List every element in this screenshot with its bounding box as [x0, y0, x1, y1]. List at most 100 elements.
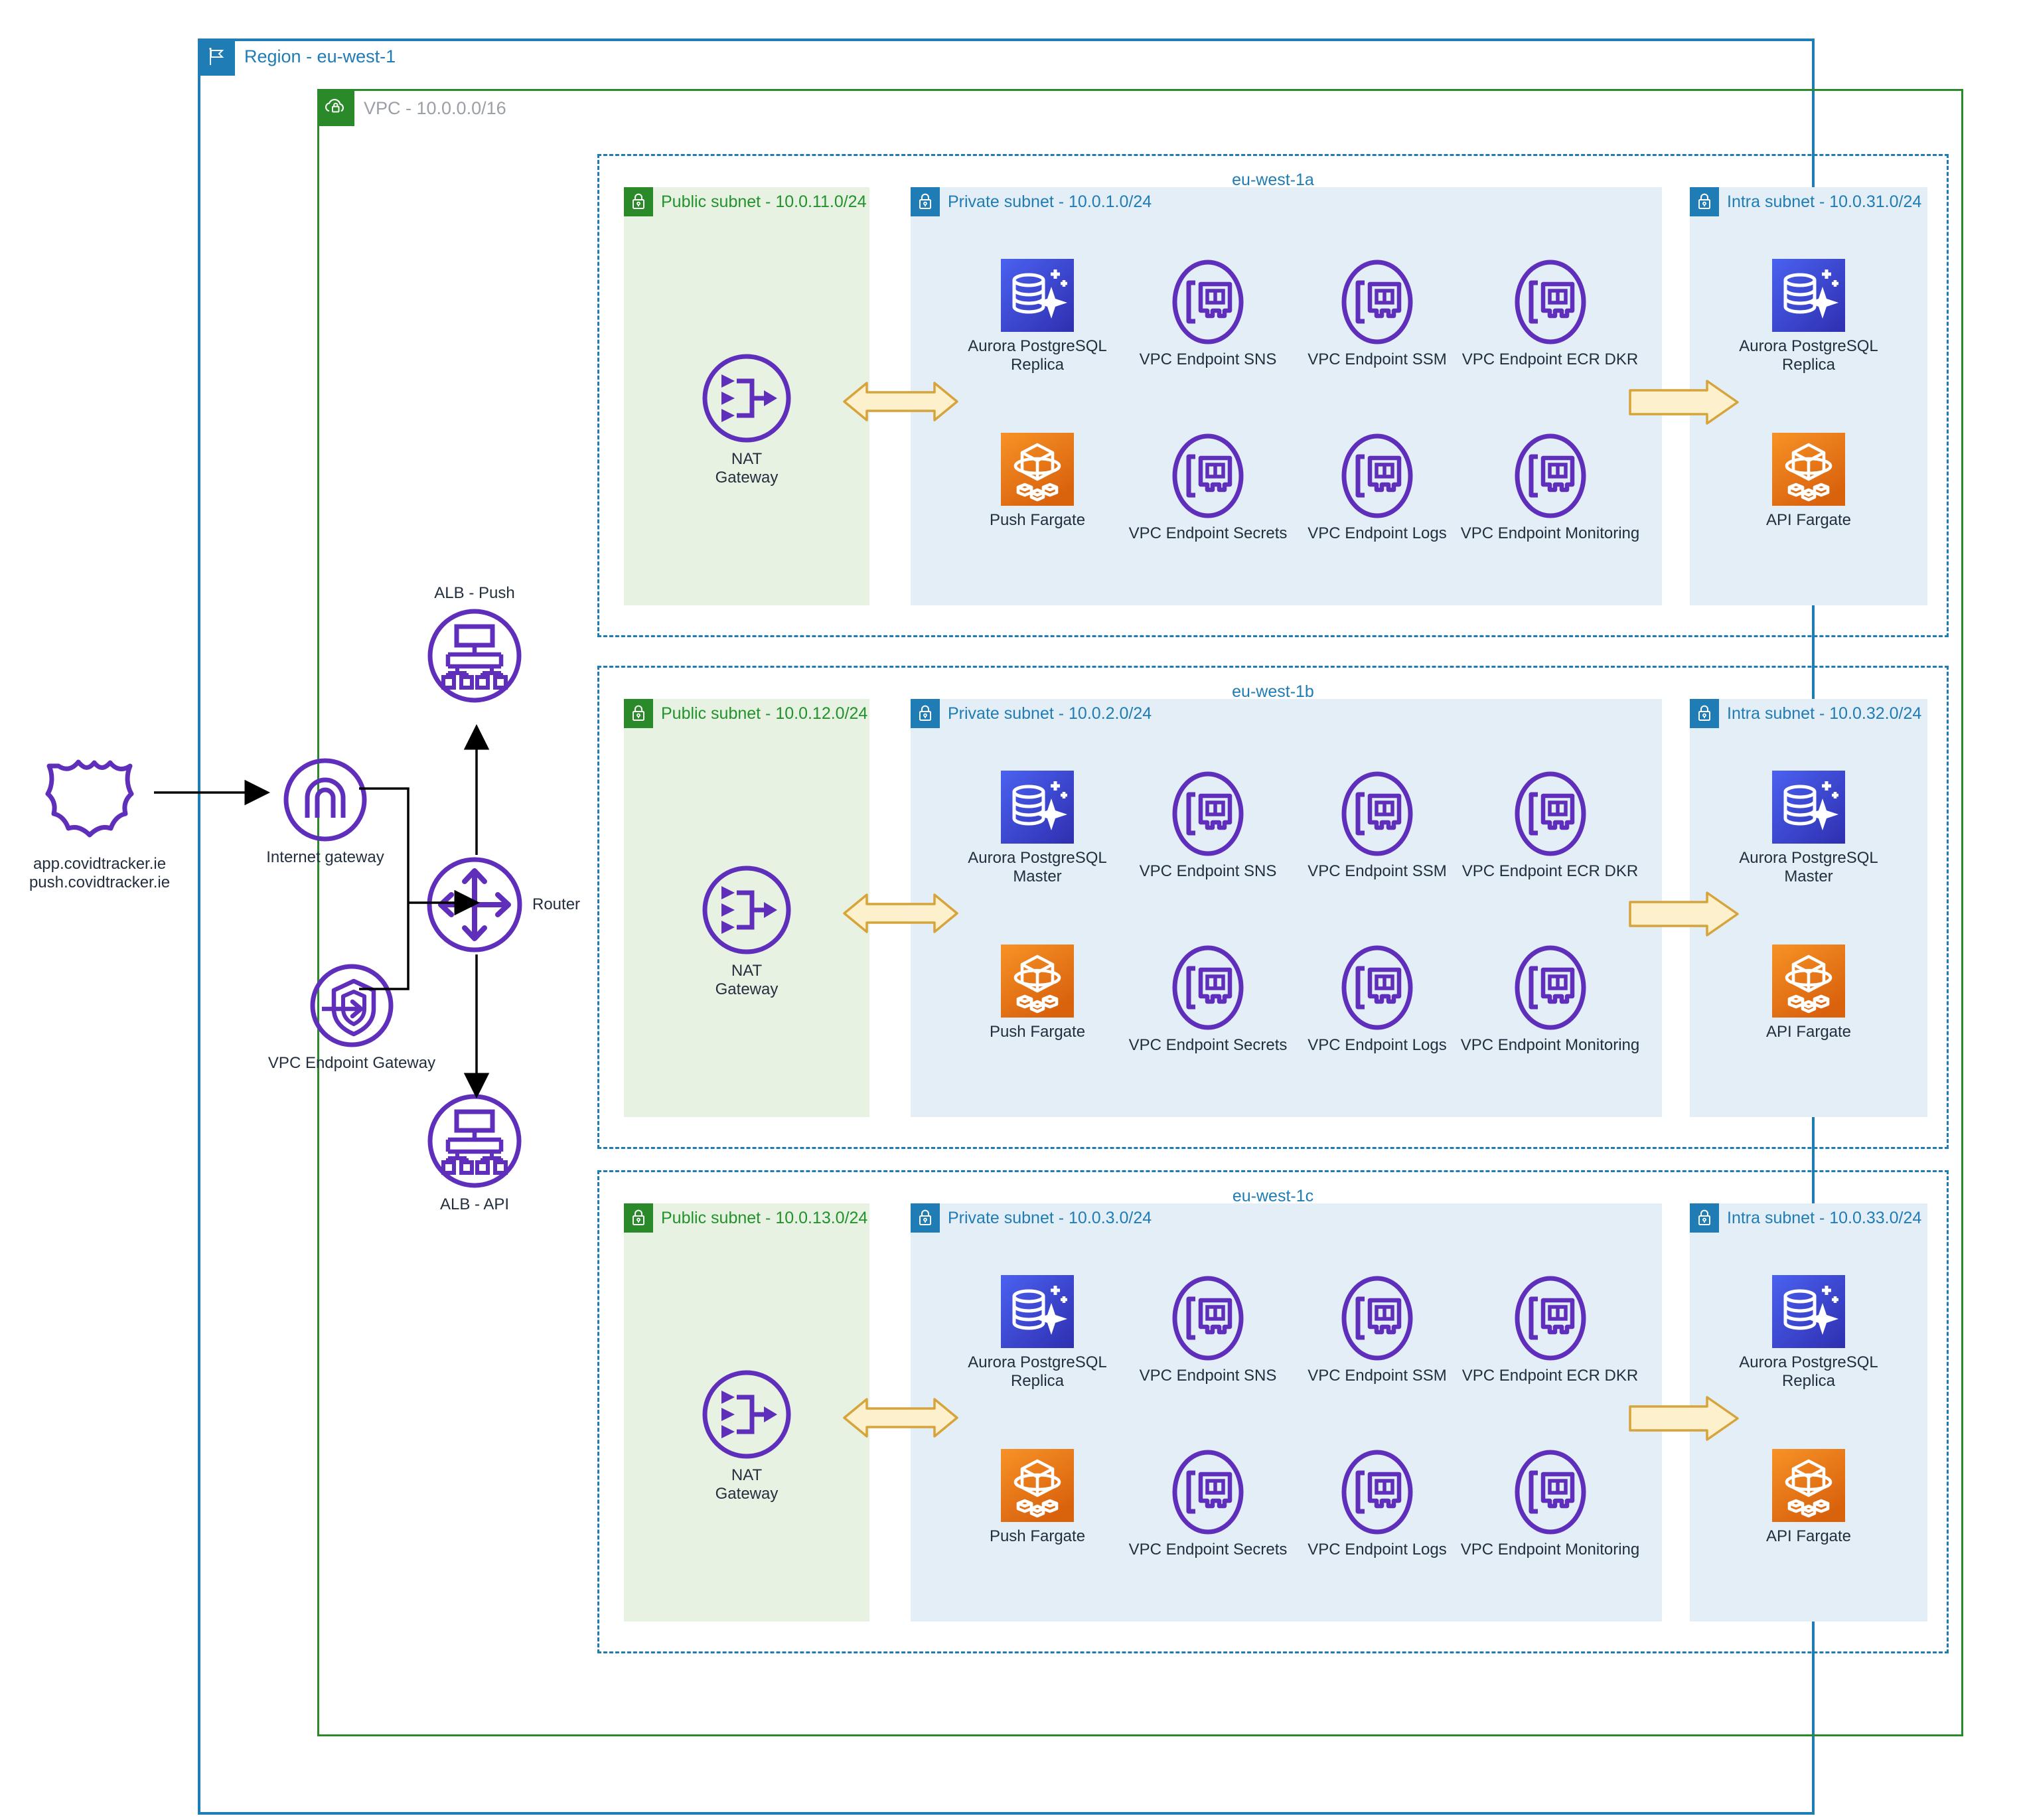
- alb-push-node[interactable]: ALB - Push: [425, 584, 524, 705]
- intra-subnet-label: Intra subnet - 10.0.33.0/24: [1727, 1209, 1922, 1227]
- aurora-postgresql-icon: [1772, 771, 1845, 844]
- vpc-endpoint-node[interactable]: VPC Endpoint Monitoring: [1459, 1449, 1641, 1559]
- aurora-db-label: Aurora PostgreSQL Master: [968, 849, 1107, 886]
- intra-subnet-label: Intra subnet - 10.0.32.0/24: [1727, 704, 1922, 723]
- intra-fargate-node[interactable]: API Fargate: [1729, 945, 1888, 1041]
- nat-gateway-node[interactable]: NAT Gateway: [700, 352, 793, 488]
- fargate-node[interactable]: Push Fargate: [961, 433, 1114, 530]
- private-subnet-label: Private subnet - 10.0.2.0/24: [948, 704, 1152, 723]
- intra-aurora-db-label: Aurora PostgreSQL Replica: [1739, 337, 1878, 374]
- public-domains-label: app.covidtracker.ie push.covidtracker.ie: [29, 855, 171, 892]
- internet-gateway-icon: [283, 758, 367, 842]
- aurora-db-node[interactable]: Aurora PostgreSQL Replica: [961, 259, 1114, 375]
- vpc-endpoint-node[interactable]: VPC Endpoint ECR DKR: [1459, 771, 1641, 881]
- nat-gateway-node[interactable]: NAT Gateway: [700, 1368, 793, 1504]
- router-node[interactable]: Router: [425, 855, 580, 954]
- vpc-endpoint-node[interactable]: VPC Endpoint SSM: [1298, 771, 1457, 881]
- vpc-endpoint-label: VPC Endpoint SSM: [1308, 1367, 1447, 1385]
- aurora-postgresql-icon: [1772, 259, 1845, 332]
- intra-aurora-db-node[interactable]: Aurora PostgreSQL Replica: [1729, 259, 1888, 375]
- intra-aurora-db-node[interactable]: Aurora PostgreSQL Replica: [1729, 1275, 1888, 1391]
- vpc-endpoint-label: VPC Endpoint Logs: [1308, 524, 1447, 542]
- network-interface-icon: [1341, 1276, 1413, 1361]
- nat-gateway-label: NAT Gateway: [715, 450, 779, 487]
- lock-icon: [1690, 1203, 1719, 1233]
- fargate-icon: [1772, 433, 1845, 506]
- intra-fargate-label: API Fargate: [1765, 1023, 1852, 1041]
- intra-aurora-db-node[interactable]: Aurora PostgreSQL Master: [1729, 771, 1888, 887]
- aurora-postgresql-icon: [1001, 1275, 1074, 1348]
- intra-fargate-node[interactable]: API Fargate: [1729, 433, 1888, 530]
- alb-push-label: ALB - Push: [434, 584, 515, 602]
- vpc-endpoint-gateway-node[interactable]: VPC Endpoint Gateway: [265, 962, 438, 1073]
- internet-gateway-node[interactable]: Internet gateway: [265, 757, 385, 867]
- router-label: Router: [532, 895, 581, 913]
- aurora-db-node[interactable]: Aurora PostgreSQL Master: [961, 771, 1114, 887]
- network-interface-icon: [1172, 945, 1244, 1030]
- vpc-label: VPC - 10.0.0.0/16: [364, 98, 506, 118]
- vpc-endpoint-node[interactable]: VPC Endpoint Monitoring: [1459, 433, 1641, 543]
- fargate-label: Push Fargate: [989, 511, 1086, 529]
- nat-gateway-icon: [702, 354, 791, 443]
- lock-icon: [911, 187, 940, 216]
- vpc-endpoint-node[interactable]: VPC Endpoint Logs: [1298, 433, 1457, 543]
- internet-gateway-label: Internet gateway: [266, 848, 384, 866]
- vpc-endpoint-label: VPC Endpoint SSM: [1308, 350, 1447, 368]
- vpc-endpoint-node[interactable]: VPC Endpoint SSM: [1298, 1275, 1457, 1385]
- lock-icon: [911, 1203, 940, 1233]
- public-subnet-label: Public subnet - 10.0.11.0/24: [661, 192, 867, 211]
- network-interface-icon: [1172, 1276, 1244, 1361]
- lock-icon: [624, 187, 653, 216]
- vpc-endpoint-label: VPC Endpoint ECR DKR: [1461, 862, 1639, 880]
- aurora-postgresql-icon: [1001, 259, 1074, 332]
- vpc-endpoint-node[interactable]: VPC Endpoint Logs: [1298, 945, 1457, 1055]
- intra-fargate-label: API Fargate: [1765, 511, 1852, 529]
- vpc-endpoint-node[interactable]: VPC Endpoint SNS: [1128, 259, 1288, 369]
- intra-subnet-2: Intra subnet - 10.0.33.0/24: [1690, 1203, 1927, 1622]
- intra-aurora-db-label: Aurora PostgreSQL Master: [1739, 849, 1878, 886]
- alb-api-node[interactable]: ALB - API: [425, 1092, 524, 1214]
- aurora-db-node[interactable]: Aurora PostgreSQL Replica: [961, 1275, 1114, 1391]
- nat-gateway-label: NAT Gateway: [715, 962, 779, 999]
- private-subnet-label: Private subnet - 10.0.3.0/24: [948, 1209, 1152, 1227]
- vpc-endpoint-node[interactable]: VPC Endpoint ECR DKR: [1459, 1275, 1641, 1385]
- vpc-endpoint-node[interactable]: VPC Endpoint ECR DKR: [1459, 259, 1641, 369]
- network-interface-icon: [1515, 945, 1586, 1030]
- aws-architecture-diagram: Region - eu-west-1 VPC - 10.0.0.0/16 app…: [0, 0, 2019, 1820]
- network-interface-icon: [1172, 260, 1244, 344]
- network-interface-icon: [1515, 1450, 1586, 1535]
- lock-icon: [624, 1203, 653, 1233]
- fargate-node[interactable]: Push Fargate: [961, 945, 1114, 1041]
- application-load-balancer-icon: [427, 609, 522, 703]
- vpc-endpoint-node[interactable]: VPC Endpoint SNS: [1128, 1275, 1288, 1385]
- vpc-endpoint-label: VPC Endpoint SNS: [1139, 862, 1277, 880]
- vpc-endpoint-node[interactable]: VPC Endpoint Secrets: [1128, 433, 1288, 543]
- fargate-icon: [1001, 1449, 1074, 1522]
- vpc-endpoint-gateway-label: VPC Endpoint Gateway: [267, 1054, 436, 1072]
- network-interface-icon: [1515, 1276, 1586, 1361]
- vpc-endpoint-node[interactable]: VPC Endpoint SSM: [1298, 259, 1457, 369]
- alb-api-label: ALB - API: [439, 1195, 510, 1213]
- private-subnet-label: Private subnet - 10.0.1.0/24: [948, 192, 1152, 211]
- vpc-endpoint-label: VPC Endpoint Secrets: [1128, 524, 1288, 542]
- network-interface-icon: [1341, 945, 1413, 1030]
- vpc-endpoint-label: VPC Endpoint Logs: [1308, 1541, 1447, 1558]
- lock-icon: [624, 699, 653, 728]
- region-label: Region - eu-west-1: [244, 46, 396, 66]
- network-interface-icon: [1341, 771, 1413, 856]
- shield-icon: [45, 759, 134, 838]
- vpc-endpoint-label: VPC Endpoint Logs: [1308, 1036, 1447, 1054]
- nat-gateway-node[interactable]: NAT Gateway: [700, 864, 793, 1000]
- vpc-endpoint-node[interactable]: VPC Endpoint Secrets: [1128, 1449, 1288, 1559]
- intra-subnet-0: Intra subnet - 10.0.31.0/24: [1690, 187, 1927, 605]
- intra-fargate-node[interactable]: API Fargate: [1729, 1449, 1888, 1546]
- vpc-endpoint-node[interactable]: VPC Endpoint Logs: [1298, 1449, 1457, 1559]
- vpc-endpoint-node[interactable]: VPC Endpoint Secrets: [1128, 945, 1288, 1055]
- nat-gateway-icon: [702, 1370, 791, 1459]
- router-icon: [427, 857, 522, 952]
- public-subnet-label: Public subnet - 10.0.12.0/24: [661, 704, 868, 723]
- vpc-endpoint-node[interactable]: VPC Endpoint Monitoring: [1459, 945, 1641, 1055]
- vpc-endpoint-node[interactable]: VPC Endpoint SNS: [1128, 771, 1288, 881]
- nat-gateway-label: NAT Gateway: [715, 1466, 779, 1503]
- fargate-node[interactable]: Push Fargate: [961, 1449, 1114, 1546]
